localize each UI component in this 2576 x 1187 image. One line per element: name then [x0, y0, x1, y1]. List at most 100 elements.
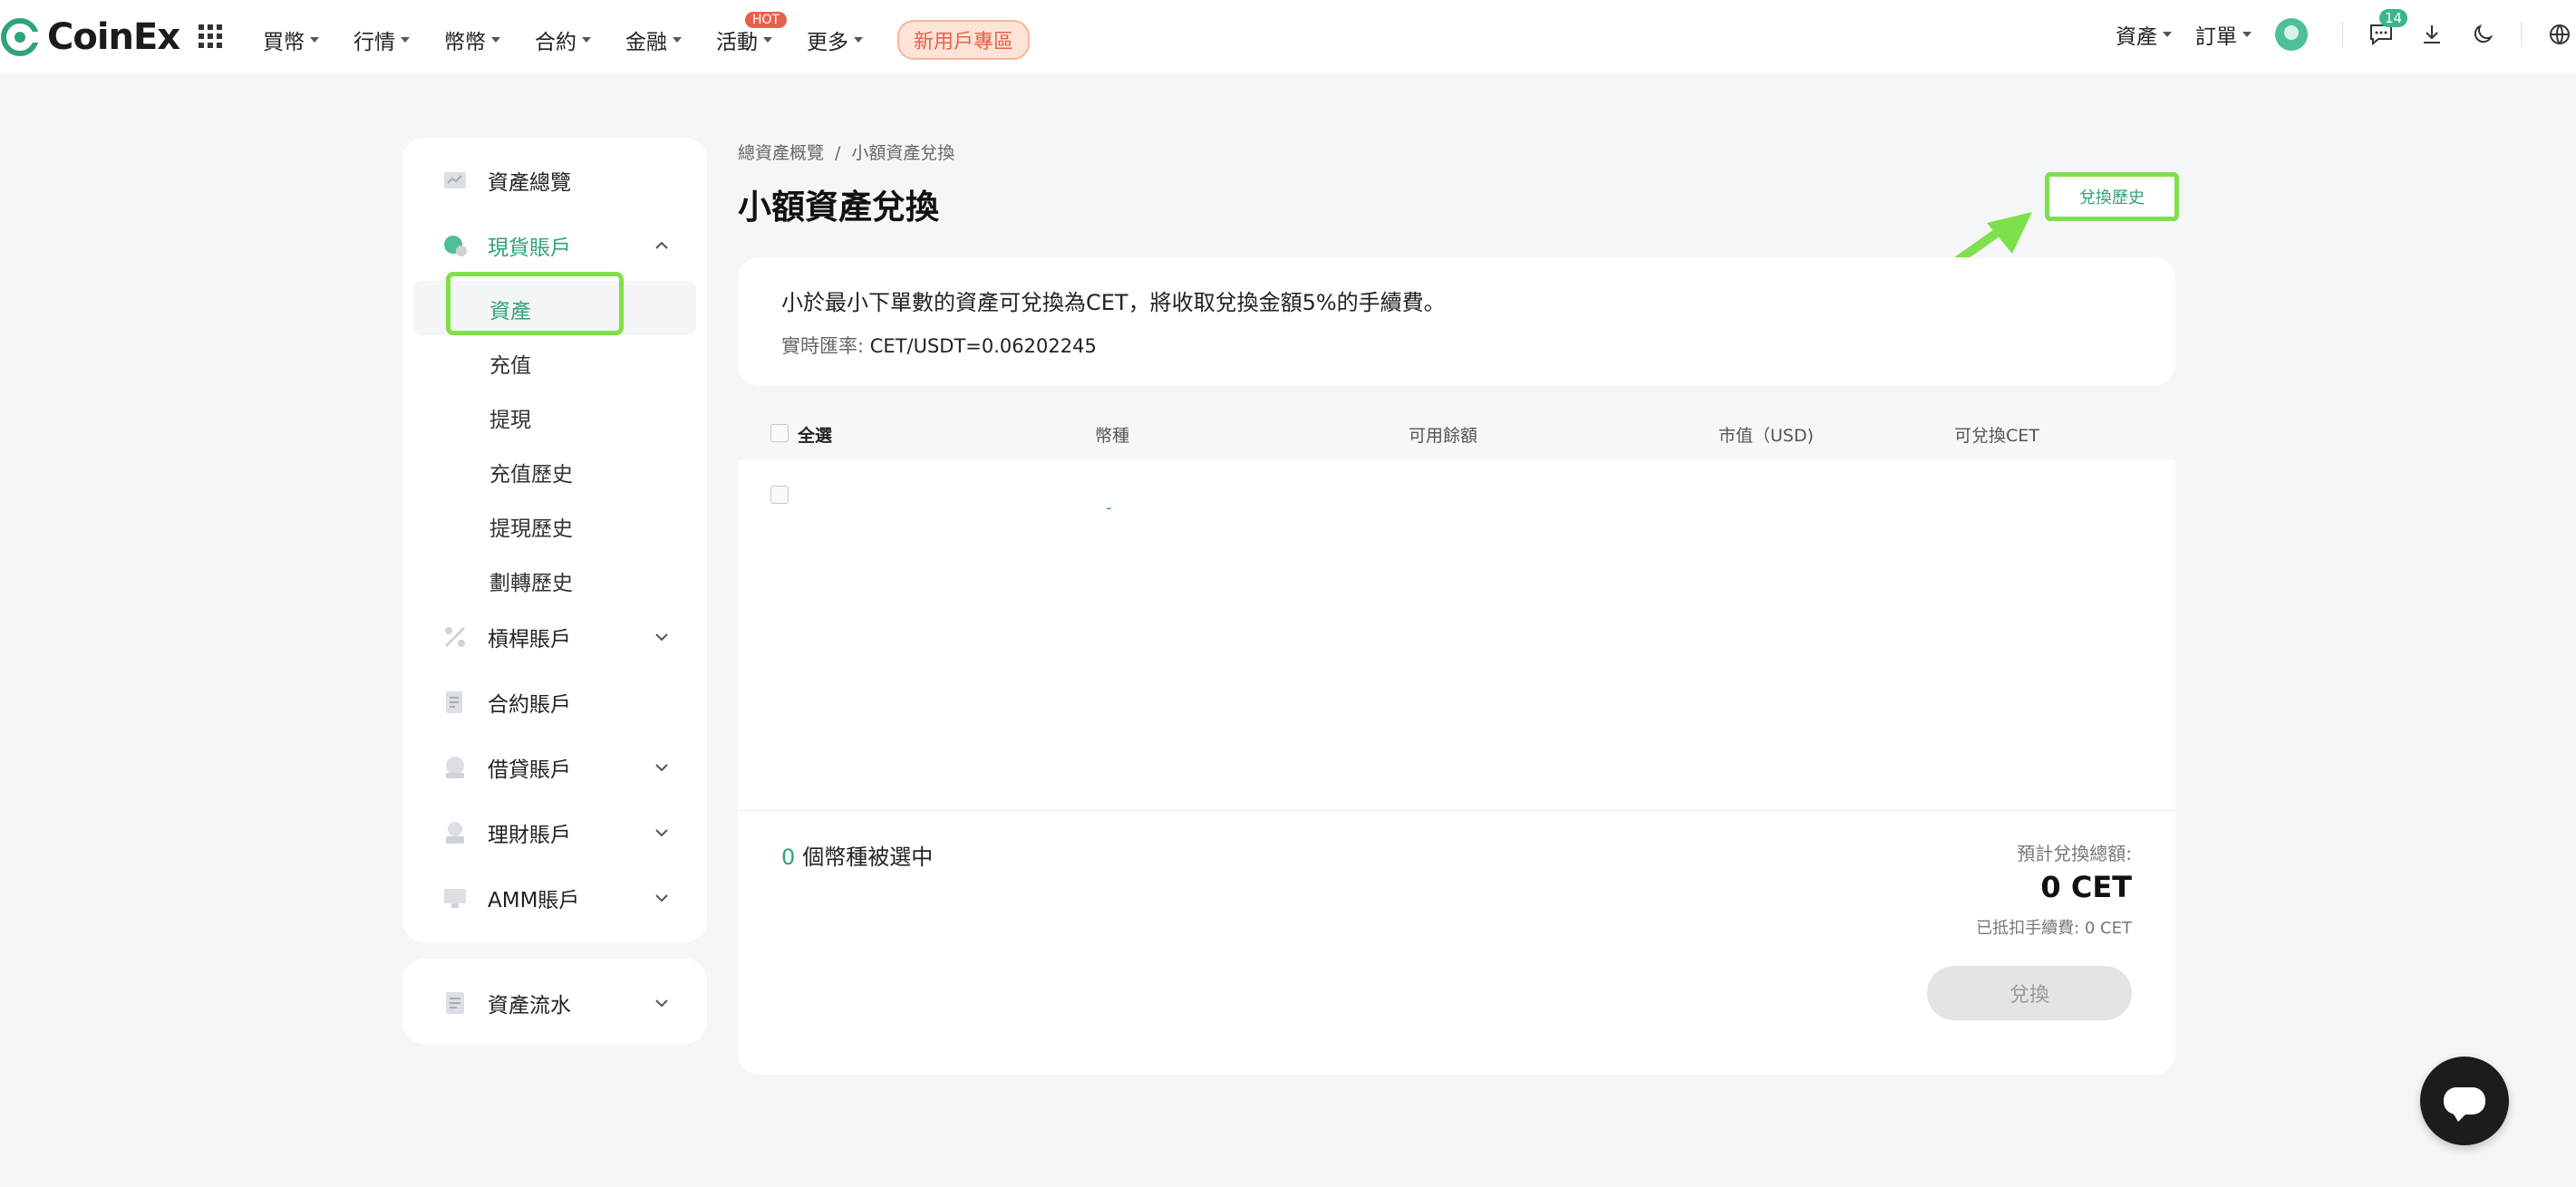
chat-bubble-icon — [2444, 1087, 2485, 1122]
support-chat-button[interactable] — [2420, 1057, 2509, 1145]
nav-buy-crypto[interactable]: 買幣 — [263, 24, 319, 55]
conversion-history-button[interactable]: 兌換歷史 — [2045, 172, 2179, 221]
caret-down-icon — [310, 37, 319, 43]
sidebar-sub-transfer-history[interactable]: 劃轉歷史 — [489, 565, 573, 596]
spot-account-icon — [444, 236, 467, 256]
nav-label: 買幣 — [263, 31, 305, 54]
loan-account-icon — [446, 757, 464, 778]
info-card: 小於最小下單數的資產可兌換為CET，將收取兌換金額5%的手續費。 實時匯率: C… — [738, 257, 2175, 386]
chevron-down-icon — [655, 999, 668, 1008]
highlight-box — [446, 272, 624, 335]
convert-button[interactable]: 兌換 — [1927, 966, 2132, 1020]
nav-futures[interactable]: 合約 — [535, 24, 591, 55]
select-all-label[interactable]: 全選 — [798, 422, 832, 447]
sidebar-item-spot[interactable]: 現貨賬戶 — [442, 230, 687, 261]
asset-flow-icon — [446, 992, 464, 1014]
caret-down-icon — [491, 37, 500, 43]
top-navbar: CoinEx 買幣 行情 幣幣 合約 金融 活動 HOT 更多 新用戶專區 資產… — [0, 0, 2576, 72]
avatar[interactable] — [2275, 18, 2308, 51]
chevron-down-icon — [655, 764, 668, 772]
messages-button[interactable]: 14 — [2368, 9, 2408, 47]
sidebar-secondary: 資產流水 — [402, 959, 707, 1044]
sidebar-sub-withdraw[interactable]: 提現 — [489, 402, 531, 433]
orders-menu[interactable]: 訂單 — [2195, 19, 2252, 50]
selected-count: 0 個幣種被選中 — [781, 839, 933, 871]
breadcrumb-separator: / — [835, 143, 841, 163]
nav-label: 活動 — [716, 31, 758, 54]
sidebar-sub-deposit-history[interactable]: 充值歷史 — [489, 457, 573, 487]
sidebar-item-loan[interactable]: 借貸賬戶 — [442, 752, 687, 783]
nav-label: 行情 — [353, 31, 395, 54]
language-button[interactable] — [2547, 22, 2572, 47]
caret-down-icon — [673, 37, 682, 43]
exchange-rate: 實時匯率: CET/USDT=0.06202245 — [781, 332, 1097, 359]
fee-deducted: 已抵扣手續費: 0 CET — [1976, 919, 2132, 938]
estimate-value: 0 CET — [2040, 870, 2132, 904]
selected-count-number: 0 — [781, 844, 796, 870]
nav-label: 合約 — [535, 31, 576, 54]
nav-finance[interactable]: 金融 — [625, 24, 682, 55]
selected-count-label: 個幣種被選中 — [802, 844, 934, 870]
sidebar: 資產總覽 現貨賬戶 資產 充值 提現 充值歷史 提現歷史 劃轉歷史 槓桿賬戶 合… — [402, 138, 707, 942]
chevron-up-icon — [655, 241, 668, 249]
column-market-value: 市值（USD) — [1719, 426, 1815, 446]
sidebar-label: 現貨賬戶 — [488, 236, 571, 260]
nav-markets[interactable]: 行情 — [353, 24, 410, 55]
column-coin: 幣種 — [1095, 426, 1130, 446]
theme-toggle[interactable] — [2470, 22, 2495, 47]
orders-label: 訂單 — [2195, 25, 2237, 49]
select-all-checkbox[interactable] — [770, 424, 789, 442]
assets-label: 資產 — [2116, 25, 2157, 49]
chevron-down-icon — [655, 633, 668, 642]
sidebar-label: 資產總覽 — [488, 171, 571, 195]
assets-menu[interactable]: 資產 — [2116, 19, 2172, 50]
moon-icon — [2474, 24, 2494, 43]
sidebar-item-amm[interactable]: AMM賬戶 — [442, 883, 687, 913]
sidebar-label: 槓桿賬戶 — [488, 628, 571, 651]
coinex-logo[interactable]: CoinEx — [0, 16, 180, 58]
sidebar-label: 合約賬戶 — [488, 693, 571, 717]
sidebar-label: 理財賬戶 — [488, 824, 571, 847]
globe-icon — [2550, 24, 2570, 44]
sidebar-label: 借貸賬戶 — [488, 758, 571, 782]
sidebar-item-finance[interactable]: 理財賬戶 — [442, 817, 687, 848]
amm-account-icon — [444, 889, 466, 908]
right-nav: 資產 訂單 14 — [2116, 9, 2576, 51]
download-button[interactable] — [2419, 22, 2445, 47]
caret-down-icon — [763, 37, 772, 43]
sidebar-sub-deposit[interactable]: 充值 — [489, 348, 531, 379]
page-title: 小額資產兌換 — [738, 188, 939, 227]
nav-label: 幣幣 — [444, 31, 486, 54]
brand-name: CoinEx — [47, 16, 180, 58]
sidebar-label: 資產流水 — [488, 994, 571, 1018]
margin-account-icon — [444, 626, 466, 648]
caret-down-icon — [401, 37, 410, 43]
message-count-badge: 14 — [2379, 9, 2408, 27]
table-row-placeholder: - — [1106, 498, 1112, 517]
caret-down-icon — [582, 37, 591, 43]
column-available: 可用餘額 — [1409, 426, 1478, 446]
column-convertible-cet: 可兌換CET — [1954, 426, 2039, 446]
nav-label: 更多 — [807, 31, 848, 54]
new-user-zone-button[interactable]: 新用戶專區 — [897, 20, 1031, 60]
sidebar-item-asset-flow[interactable]: 資產流水 — [442, 988, 687, 1018]
sidebar-sub-withdraw-history[interactable]: 提現歷史 — [489, 511, 573, 542]
nav-spot[interactable]: 幣幣 — [444, 24, 500, 55]
nav-activities[interactable]: 活動 HOT — [716, 12, 788, 55]
nav-more[interactable]: 更多 — [807, 24, 863, 55]
caret-down-icon — [2163, 32, 2172, 37]
breadcrumb-overview[interactable]: 總資產概覽 — [738, 143, 824, 163]
sidebar-item-overview[interactable]: 資產總覽 — [442, 165, 687, 196]
finance-account-icon — [446, 822, 464, 844]
sidebar-item-futures[interactable]: 合約賬戶 — [442, 687, 687, 718]
hot-badge: HOT — [745, 12, 788, 28]
main-menu: 買幣 行情 幣幣 合約 金融 活動 HOT 更多 新用戶專區 — [263, 12, 1031, 60]
sidebar-item-margin[interactable]: 槓桿賬戶 — [442, 622, 687, 652]
nav-label: 金融 — [625, 31, 667, 54]
sidebar-label: AMM賬戶 — [488, 889, 580, 912]
row-checkbox[interactable] — [770, 486, 789, 504]
divider — [738, 810, 2175, 811]
apps-grid-icon[interactable] — [198, 24, 223, 49]
caret-down-icon — [2242, 32, 2252, 37]
overview-icon — [444, 172, 466, 188]
